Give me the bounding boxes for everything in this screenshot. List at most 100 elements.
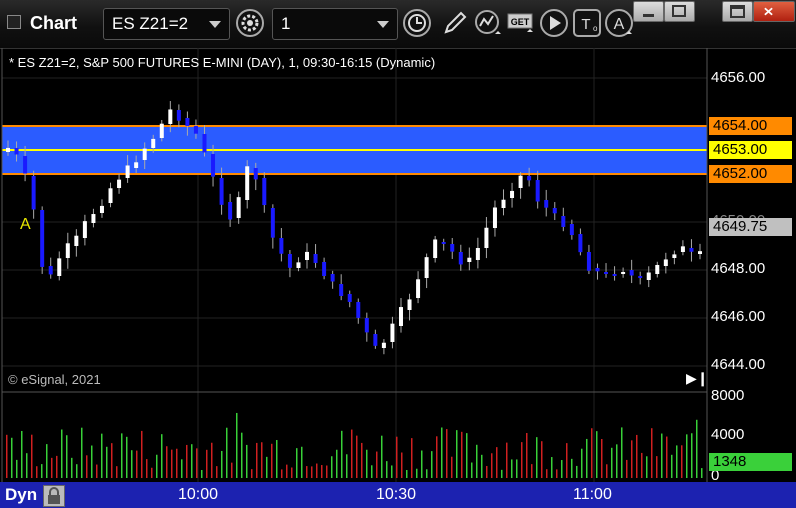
candle-body xyxy=(680,246,685,252)
volume-bar xyxy=(636,434,638,478)
interval-combo[interactable]: 1 xyxy=(272,8,398,40)
volume-axis-label: 4000 xyxy=(711,426,745,443)
candle-body xyxy=(262,178,267,206)
candle-body xyxy=(416,279,421,298)
candle-body xyxy=(492,207,497,228)
restore-button[interactable] xyxy=(664,1,695,22)
volume-bar xyxy=(6,434,8,478)
volume-bar xyxy=(626,459,628,478)
volume-bar xyxy=(261,442,263,478)
volume-bar xyxy=(171,449,173,478)
pencil-icon[interactable] xyxy=(440,8,470,38)
volume-bar xyxy=(56,455,58,478)
candle-body xyxy=(99,205,104,213)
candle-body xyxy=(31,176,36,210)
price-axis-label: 4648.00 xyxy=(711,260,766,277)
candle-body xyxy=(287,254,292,268)
volume-bar xyxy=(581,448,583,478)
app-icon[interactable] xyxy=(7,15,21,29)
volume-bar xyxy=(311,466,313,478)
volume-bar xyxy=(456,430,458,478)
candle-body xyxy=(313,254,318,263)
chevron-down-icon[interactable] xyxy=(377,21,389,28)
candle-body xyxy=(390,323,395,342)
volume-bar xyxy=(526,432,528,478)
volume-last-tag: 1348 xyxy=(709,453,792,471)
settings-icon[interactable] xyxy=(235,8,265,38)
chevron-down-icon[interactable] xyxy=(209,21,221,28)
play-icon[interactable] xyxy=(539,8,569,38)
get-icon[interactable]: GET xyxy=(507,8,537,38)
candle-body xyxy=(356,302,361,318)
candle-body xyxy=(450,244,455,252)
volume-bar xyxy=(41,464,43,478)
candle-body xyxy=(475,247,480,260)
minimize-button[interactable] xyxy=(633,1,664,22)
volume-bar xyxy=(541,441,543,478)
volume-bar xyxy=(106,446,108,478)
volume-bar xyxy=(231,462,233,478)
candle-body xyxy=(612,274,617,276)
volume-bar xyxy=(551,457,553,478)
volume-bar xyxy=(121,433,123,478)
volume-bar xyxy=(686,434,688,478)
volume-bar xyxy=(256,442,258,478)
candle-body xyxy=(646,272,651,280)
maximize-button[interactable] xyxy=(722,1,753,22)
studies-icon[interactable] xyxy=(473,8,503,38)
candle-body xyxy=(142,148,147,160)
volume-bar xyxy=(351,429,353,478)
dynamic-mode-label[interactable]: Dyn xyxy=(5,485,37,505)
volume-bar xyxy=(306,466,308,478)
volume-bar xyxy=(156,454,158,478)
svg-text:A: A xyxy=(614,16,625,33)
volume-bar xyxy=(216,466,218,478)
candle-body xyxy=(535,180,540,202)
candle-body xyxy=(65,243,70,258)
volume-bar xyxy=(491,453,493,478)
volume-bar xyxy=(236,412,238,478)
volume-bar xyxy=(146,459,148,478)
volume-bar xyxy=(241,432,243,478)
volume-bar xyxy=(441,427,443,478)
candle-body xyxy=(6,147,10,152)
volume-bar xyxy=(661,433,663,478)
copyright-text: © eSignal, 2021 xyxy=(8,372,101,387)
volume-bar xyxy=(466,433,468,478)
volume-bar xyxy=(211,442,213,478)
volume-bar xyxy=(546,469,548,478)
candle-body xyxy=(185,118,190,126)
volume-bar xyxy=(226,427,228,478)
volume-bar xyxy=(671,454,673,478)
candle-body xyxy=(527,176,532,181)
volume-bar xyxy=(301,446,303,478)
lock-icon[interactable] xyxy=(43,485,65,507)
volume-bar xyxy=(586,438,588,478)
candle-body xyxy=(484,227,489,248)
volume-bar xyxy=(496,447,498,478)
alert-icon[interactable]: A xyxy=(604,8,634,38)
volume-bar xyxy=(426,469,428,478)
volume-bar xyxy=(186,444,188,478)
volume-bar xyxy=(461,431,463,478)
chart-canvas[interactable] xyxy=(0,48,796,482)
volume-bar xyxy=(191,444,193,478)
clock-icon[interactable] xyxy=(402,8,432,38)
chart-marker: A xyxy=(20,216,31,233)
volume-bar xyxy=(111,443,113,478)
candle-body xyxy=(134,162,139,168)
volume-bar xyxy=(651,428,653,478)
candle-body xyxy=(629,270,634,276)
volume-bar xyxy=(11,437,13,478)
symbol-combo[interactable]: ES Z21=2 xyxy=(103,8,230,40)
volume-bar xyxy=(271,443,273,478)
volume-bar xyxy=(681,445,683,478)
text-icon[interactable]: To xyxy=(572,8,602,38)
close-button[interactable] xyxy=(753,1,795,22)
candle-body xyxy=(561,216,566,227)
volume-bar xyxy=(341,430,343,478)
volume-bar xyxy=(576,465,578,478)
volume-bar xyxy=(451,456,453,478)
candle-body xyxy=(672,254,677,258)
scroll-to-end-icon[interactable]: ▶❙ xyxy=(686,370,709,387)
